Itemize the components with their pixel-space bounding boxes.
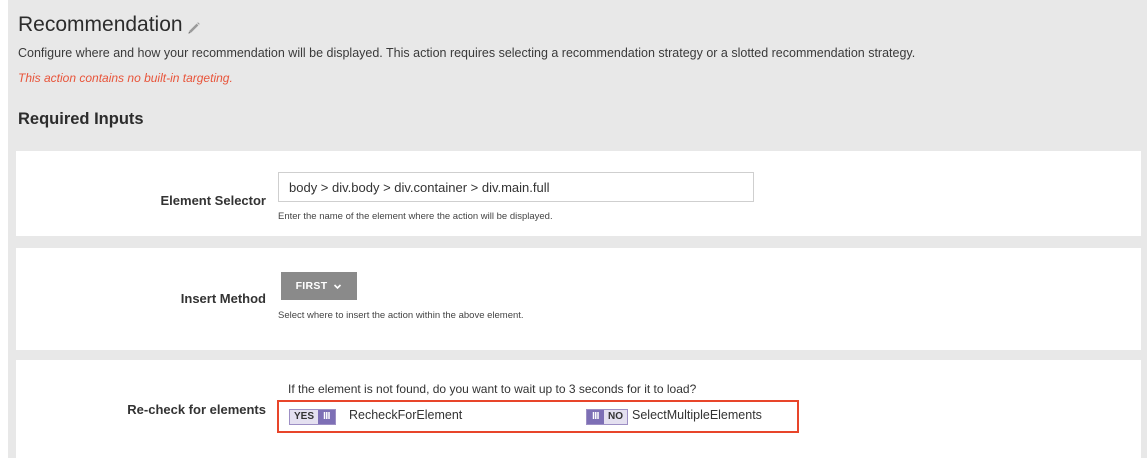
page-description: Configure where and how your recommendat…	[18, 46, 916, 60]
chevron-down-icon	[333, 282, 342, 291]
toggle-state-no: NO	[604, 410, 627, 424]
select-multiple-toggle[interactable]: III NO	[586, 409, 628, 425]
insert-method-selected: FIRST	[295, 280, 328, 292]
recheck-toggle-label: RecheckForElement	[349, 408, 463, 422]
insert-method-hint: Select where to insert the action within…	[278, 310, 524, 321]
title-row: Recommendation	[18, 12, 201, 38]
insert-method-label: Insert Method	[180, 291, 266, 306]
element-selector-label: Element Selector	[160, 193, 267, 208]
element-selector-hint: Enter the name of the element where the …	[278, 211, 553, 222]
insert-method-dropdown[interactable]: FIRST	[281, 272, 357, 300]
recheck-label: Re-check for elements	[127, 402, 266, 417]
toggle-grip-icon: III	[318, 410, 336, 424]
recheck-card: Re-check for elements If the element is …	[16, 360, 1141, 458]
element-selector-input[interactable]	[278, 172, 754, 202]
select-multiple-toggle-label: SelectMultipleElements	[632, 408, 762, 422]
toggle-state-yes: YES	[290, 410, 319, 424]
toggle-highlight-box: YES III RecheckForElement III NO SelectM…	[277, 400, 799, 433]
section-heading: Required Inputs	[18, 110, 144, 128]
toggle-grip-icon: III	[587, 410, 604, 424]
targeting-warning: This action contains no built-in targeti…	[18, 71, 233, 85]
pencil-icon[interactable]	[187, 21, 201, 35]
recommendation-panel: Recommendation Configure where and how y…	[8, 0, 1147, 458]
page-title: Recommendation	[18, 13, 183, 36]
insert-method-card: Insert Method FIRST Select where to inse…	[16, 248, 1141, 350]
element-selector-card: Element Selector Enter the name of the e…	[16, 151, 1141, 236]
recheck-toggle[interactable]: YES III	[289, 409, 337, 425]
recheck-question: If the element is not found, do you want…	[288, 382, 697, 396]
